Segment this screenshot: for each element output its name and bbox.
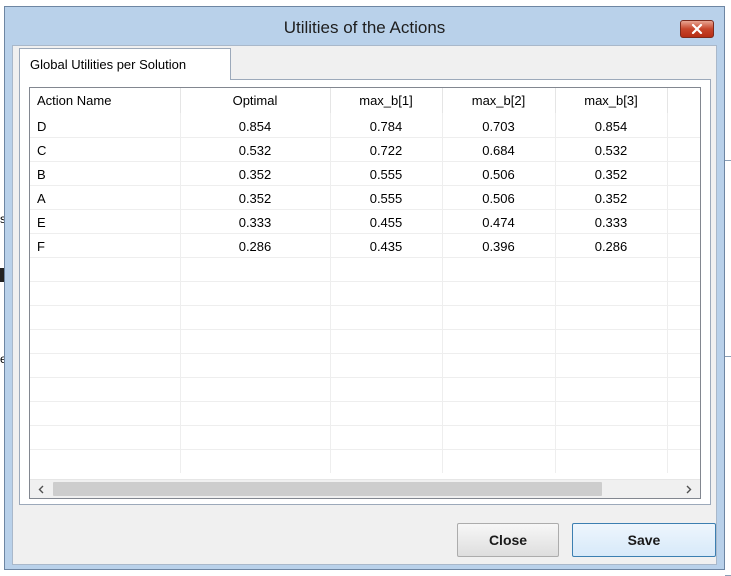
window-title: Utilities of the Actions	[283, 18, 446, 37]
cell-optimal: 0.333	[238, 215, 272, 230]
column-header-max-b3[interactable]: max_b[3]	[555, 88, 667, 113]
utilities-table: Action Name Optimal max_b[1] max_b[2] ma…	[29, 87, 701, 499]
cell-optimal: 0.854	[238, 119, 272, 134]
row-divider	[30, 377, 700, 378]
cell-action-name: F	[37, 239, 45, 254]
cell-max-b3: 0.854	[594, 119, 628, 134]
column-header-max-b1[interactable]: max_b[1]	[330, 88, 442, 113]
cell-max-b2: 0.703	[482, 119, 515, 134]
background-divider	[725, 160, 731, 161]
scrollbar-thumb[interactable]	[53, 482, 602, 496]
cell-max-b1: 0.555	[369, 191, 403, 206]
cell-max-b2: 0.474	[482, 215, 515, 230]
cell-action-name: A	[37, 191, 46, 206]
cell-max-b2: 0.506	[482, 191, 515, 206]
row-divider	[30, 449, 700, 450]
close-window-button[interactable]	[680, 20, 714, 38]
table-header: Action Name Optimal max_b[1] max_b[2] ma…	[30, 88, 700, 113]
dialog-client-area: Global Utilities per Solution Action Nam…	[12, 45, 717, 565]
scroll-right-button[interactable]	[681, 482, 697, 496]
row-divider	[30, 425, 700, 426]
cell-max-b2: 0.506	[482, 167, 515, 182]
cell-max-b3: 0.532	[594, 143, 628, 158]
chevron-left-icon	[38, 485, 44, 493]
cell-action-name: D	[37, 119, 47, 134]
title-bar[interactable]: Utilities of the Actions	[5, 7, 724, 45]
table-row[interactable]: A 0.352 0.555 0.506 0.352	[30, 187, 700, 211]
table-row[interactable]: E 0.333 0.455 0.474 0.333	[30, 211, 700, 235]
cell-action-name: B	[37, 167, 46, 182]
utilities-dialog: Utilities of the Actions Global Utilitie…	[4, 6, 725, 570]
cell-max-b1: 0.784	[369, 119, 403, 134]
cell-max-b2: 0.396	[482, 239, 515, 254]
cell-max-b3: 0.333	[594, 215, 628, 230]
save-button[interactable]: Save	[572, 523, 716, 557]
tab-label: Global Utilities per Solution	[30, 57, 187, 72]
row-divider	[30, 281, 700, 282]
table-row[interactable]: C 0.532 0.722 0.684 0.532	[30, 139, 700, 163]
cell-max-b1: 0.722	[369, 143, 403, 158]
row-divider	[30, 401, 700, 402]
row-divider	[30, 329, 700, 330]
cell-max-b3: 0.352	[594, 191, 628, 206]
column-header-max-b2[interactable]: max_b[2]	[442, 88, 555, 113]
cell-max-b1: 0.555	[369, 167, 403, 182]
table-row[interactable]: B 0.352 0.555 0.506 0.352	[30, 163, 700, 187]
cell-action-name: E	[37, 215, 46, 230]
cell-max-b3: 0.286	[594, 239, 628, 254]
table-row[interactable]: D 0.854 0.784 0.703 0.854	[30, 115, 700, 139]
column-header-optimal[interactable]: Optimal	[180, 88, 330, 113]
cell-optimal: 0.352	[238, 191, 272, 206]
row-divider	[30, 305, 700, 306]
chevron-right-icon	[686, 485, 692, 493]
cell-max-b3: 0.352	[594, 167, 628, 182]
cell-optimal: 0.352	[238, 167, 272, 182]
tab-panel: Action Name Optimal max_b[1] max_b[2] ma…	[19, 79, 711, 505]
header-separator[interactable]	[667, 88, 668, 113]
cell-optimal: 0.286	[238, 239, 272, 254]
table-row[interactable]: F 0.286 0.435 0.396 0.286	[30, 235, 700, 259]
cell-max-b1: 0.455	[369, 215, 403, 230]
cell-action-name: C	[37, 143, 47, 158]
horizontal-scrollbar[interactable]	[30, 479, 700, 498]
column-header-action-name[interactable]: Action Name	[37, 88, 177, 113]
cell-max-b1: 0.435	[369, 239, 403, 254]
close-x-icon	[691, 24, 703, 34]
background-divider	[725, 356, 731, 357]
tab-global-utilities[interactable]: Global Utilities per Solution	[19, 48, 231, 80]
scroll-left-button[interactable]	[33, 482, 49, 496]
cell-max-b2: 0.684	[482, 143, 515, 158]
close-button[interactable]: Close	[457, 523, 559, 557]
row-divider	[30, 353, 700, 354]
cell-optimal: 0.532	[238, 143, 272, 158]
